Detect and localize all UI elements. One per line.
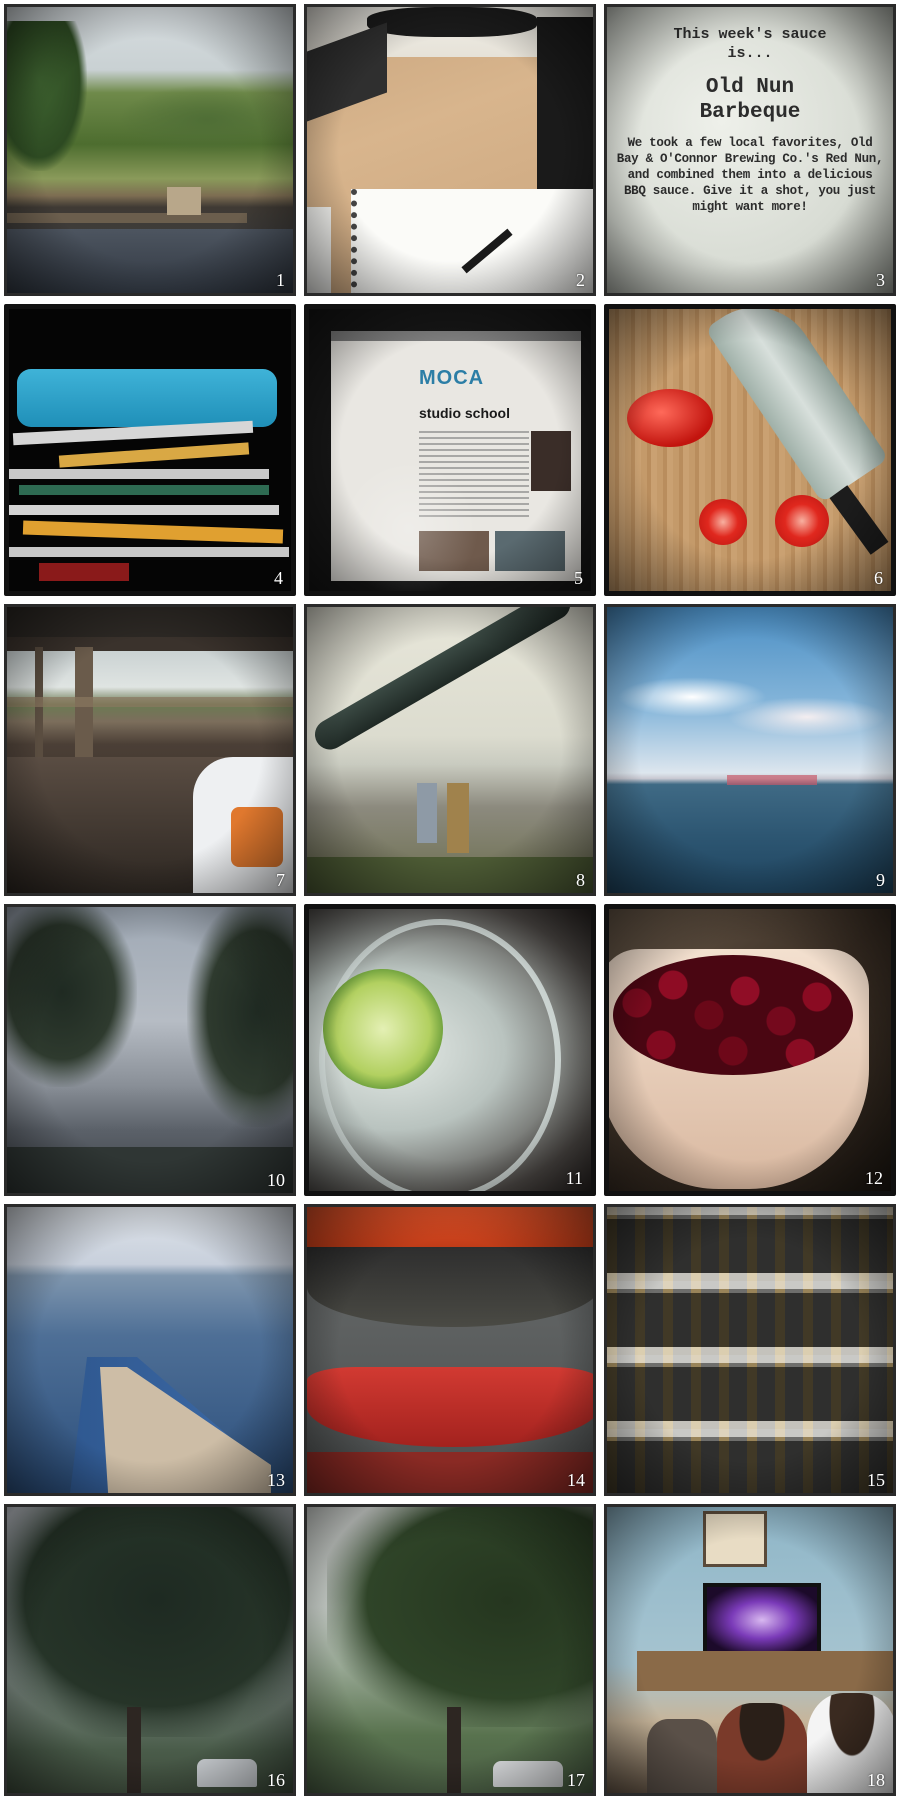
photo-marsh-dock	[7, 7, 293, 293]
sign-title: Barbeque	[699, 101, 801, 124]
photo-lime-drink	[309, 909, 591, 1191]
photo-tile-1: 1	[4, 4, 296, 296]
photo-number: 5	[574, 568, 583, 588]
photo-number: 7	[276, 870, 285, 890]
sign-line: is...	[727, 45, 773, 62]
sign-line: This week's sauce	[673, 26, 827, 43]
photo-number: 18	[867, 1770, 885, 1790]
photo-tile-3: This week's sauce is... Old Nun Barbeque…	[604, 4, 896, 296]
photo-tile-13: 13	[4, 1204, 296, 1496]
photo-number: 11	[565, 1168, 583, 1188]
photo-bay-skyline	[607, 607, 893, 893]
photo-tile-15: 15	[604, 1204, 896, 1496]
photo-number: 10	[267, 1170, 285, 1190]
photo-tile-6: 6	[604, 304, 896, 596]
photo-tile-18: 18	[604, 1504, 896, 1796]
website-heading: studio school	[419, 405, 510, 421]
photo-number: 6	[874, 568, 883, 588]
photo-tile-7: 7	[4, 604, 296, 896]
photo-tomatoes-knife	[609, 309, 891, 591]
photo-notebook-desk	[307, 7, 593, 293]
moca-logo: MOCA	[419, 367, 485, 389]
photo-folding-chairs	[9, 309, 291, 591]
photo-rainy-tree	[7, 1507, 293, 1793]
photo-living-room-tv	[607, 1507, 893, 1793]
photo-tile-9: 9	[604, 604, 896, 896]
photo-tile-5: MOCA studio school 5	[304, 304, 596, 596]
photo-tile-2: 2	[304, 4, 596, 296]
photo-number: 14	[567, 1470, 585, 1490]
photo-tile-4: 4	[4, 304, 296, 596]
photo-canoe-water	[7, 1207, 293, 1493]
photo-tile-8: 8	[304, 604, 596, 896]
photo-laptop-website: MOCA studio school	[309, 309, 591, 591]
photo-number: 16	[267, 1770, 285, 1790]
photo-tile-17: 17	[304, 1504, 596, 1796]
photo-tile-16: 16	[4, 1504, 296, 1796]
photo-number: 12	[865, 1168, 883, 1188]
photo-grid: 1 2 This week's sauce is... Old Nun Barb…	[0, 0, 900, 1800]
sign-body: We took a few local favorites, Old Bay &…	[616, 136, 884, 214]
photo-carrying-canoe	[307, 607, 593, 893]
browser-toolbar	[331, 331, 581, 341]
photo-hardware-shelf	[607, 1207, 893, 1493]
sign-title: Old Nun	[705, 76, 795, 99]
photo-number: 17	[567, 1770, 585, 1790]
photo-tile-10: 10	[4, 904, 296, 1196]
photo-tile-11: 11	[304, 904, 596, 1196]
photo-number: 4	[274, 568, 283, 588]
photo-number: 9	[876, 870, 885, 890]
sauce-sign: This week's sauce is... Old Nun Barbeque…	[607, 7, 893, 293]
photo-number: 1	[276, 270, 285, 290]
photo-cherries-bowl	[609, 909, 891, 1191]
photo-foggy-trees	[7, 907, 293, 1193]
photo-number: 2	[576, 270, 585, 290]
photo-street-tree	[307, 1507, 593, 1793]
photo-tile-14: 14	[304, 1204, 596, 1496]
photo-tile-12: 12	[604, 904, 896, 1196]
photo-number: 13	[267, 1470, 285, 1490]
photo-number: 15	[867, 1470, 885, 1490]
photo-canoe-rack	[307, 1207, 593, 1493]
photo-boathouse	[7, 607, 293, 893]
photo-number: 3	[876, 270, 885, 290]
photo-number: 8	[576, 870, 585, 890]
